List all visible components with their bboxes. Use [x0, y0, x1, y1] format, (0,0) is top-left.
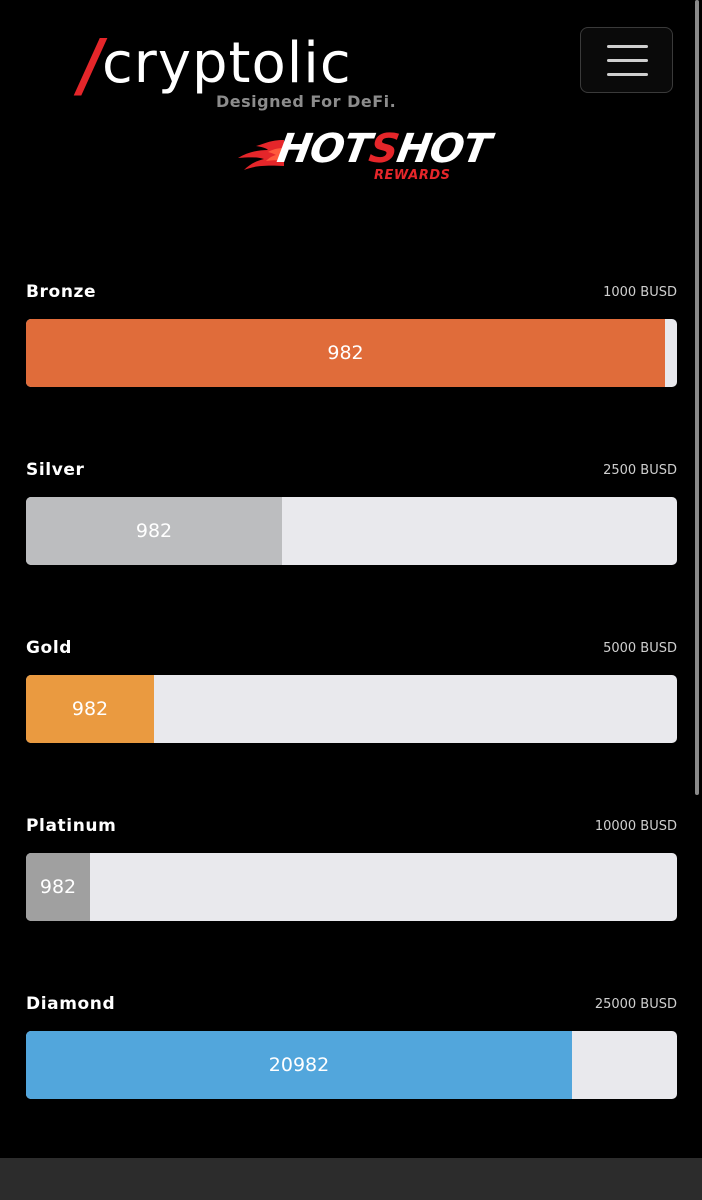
- progress-value: 982: [71, 698, 109, 720]
- hotshot-subtitle: REWARDS: [374, 168, 451, 183]
- tier-target: 10000 BUSD: [594, 819, 677, 834]
- tier-target: 1000 BUSD: [603, 285, 677, 300]
- tier-name: Diamond: [26, 994, 116, 1014]
- progress-track: 982: [26, 675, 677, 743]
- hotshot-title: HOTSHOT: [273, 126, 494, 172]
- progress-track: 982: [26, 497, 677, 565]
- tier-name: Bronze: [26, 282, 97, 302]
- brand-logo[interactable]: / cryptolic Designed For DeFi.: [72, 24, 395, 115]
- progress-value: 982: [135, 520, 173, 542]
- progress-value: 20982: [268, 1054, 330, 1076]
- tier-target: 25000 BUSD: [594, 997, 677, 1012]
- footer-bar: [0, 1158, 702, 1200]
- tier-platinum: Platinum 10000 BUSD 982: [26, 816, 677, 926]
- progress-fill: 20982: [26, 1031, 572, 1099]
- tier-gold: Gold 5000 BUSD 982: [26, 638, 677, 748]
- tier-target: 5000 BUSD: [603, 641, 677, 656]
- hotshot-rewards-logo: HOTSHOT REWARDS: [238, 126, 493, 190]
- tier-name: Gold: [26, 638, 73, 658]
- menu-button[interactable]: [580, 27, 673, 93]
- progress-fill: 982: [26, 319, 665, 387]
- progress-fill: 982: [26, 675, 154, 743]
- tier-silver: Silver 2500 BUSD 982: [26, 460, 677, 570]
- scrollbar[interactable]: [695, 0, 699, 795]
- tier-name: Platinum: [26, 816, 117, 836]
- tier-diamond: Diamond 25000 BUSD 20982: [26, 994, 677, 1104]
- progress-fill: 982: [26, 497, 282, 565]
- progress-value: 982: [327, 342, 364, 364]
- tier-target: 2500 BUSD: [603, 463, 677, 478]
- hamburger-icon: [607, 45, 648, 48]
- progress-track: 982: [26, 853, 677, 921]
- progress-value: 982: [39, 876, 77, 898]
- brand-tagline: Designed For DeFi.: [216, 92, 397, 111]
- progress-fill: 982: [26, 853, 90, 921]
- tier-name: Silver: [26, 460, 85, 480]
- brand-name: cryptolic: [102, 31, 352, 96]
- progress-track: 982: [26, 319, 677, 387]
- tier-bronze: Bronze 1000 BUSD 982: [26, 282, 677, 392]
- progress-track: 20982: [26, 1031, 677, 1099]
